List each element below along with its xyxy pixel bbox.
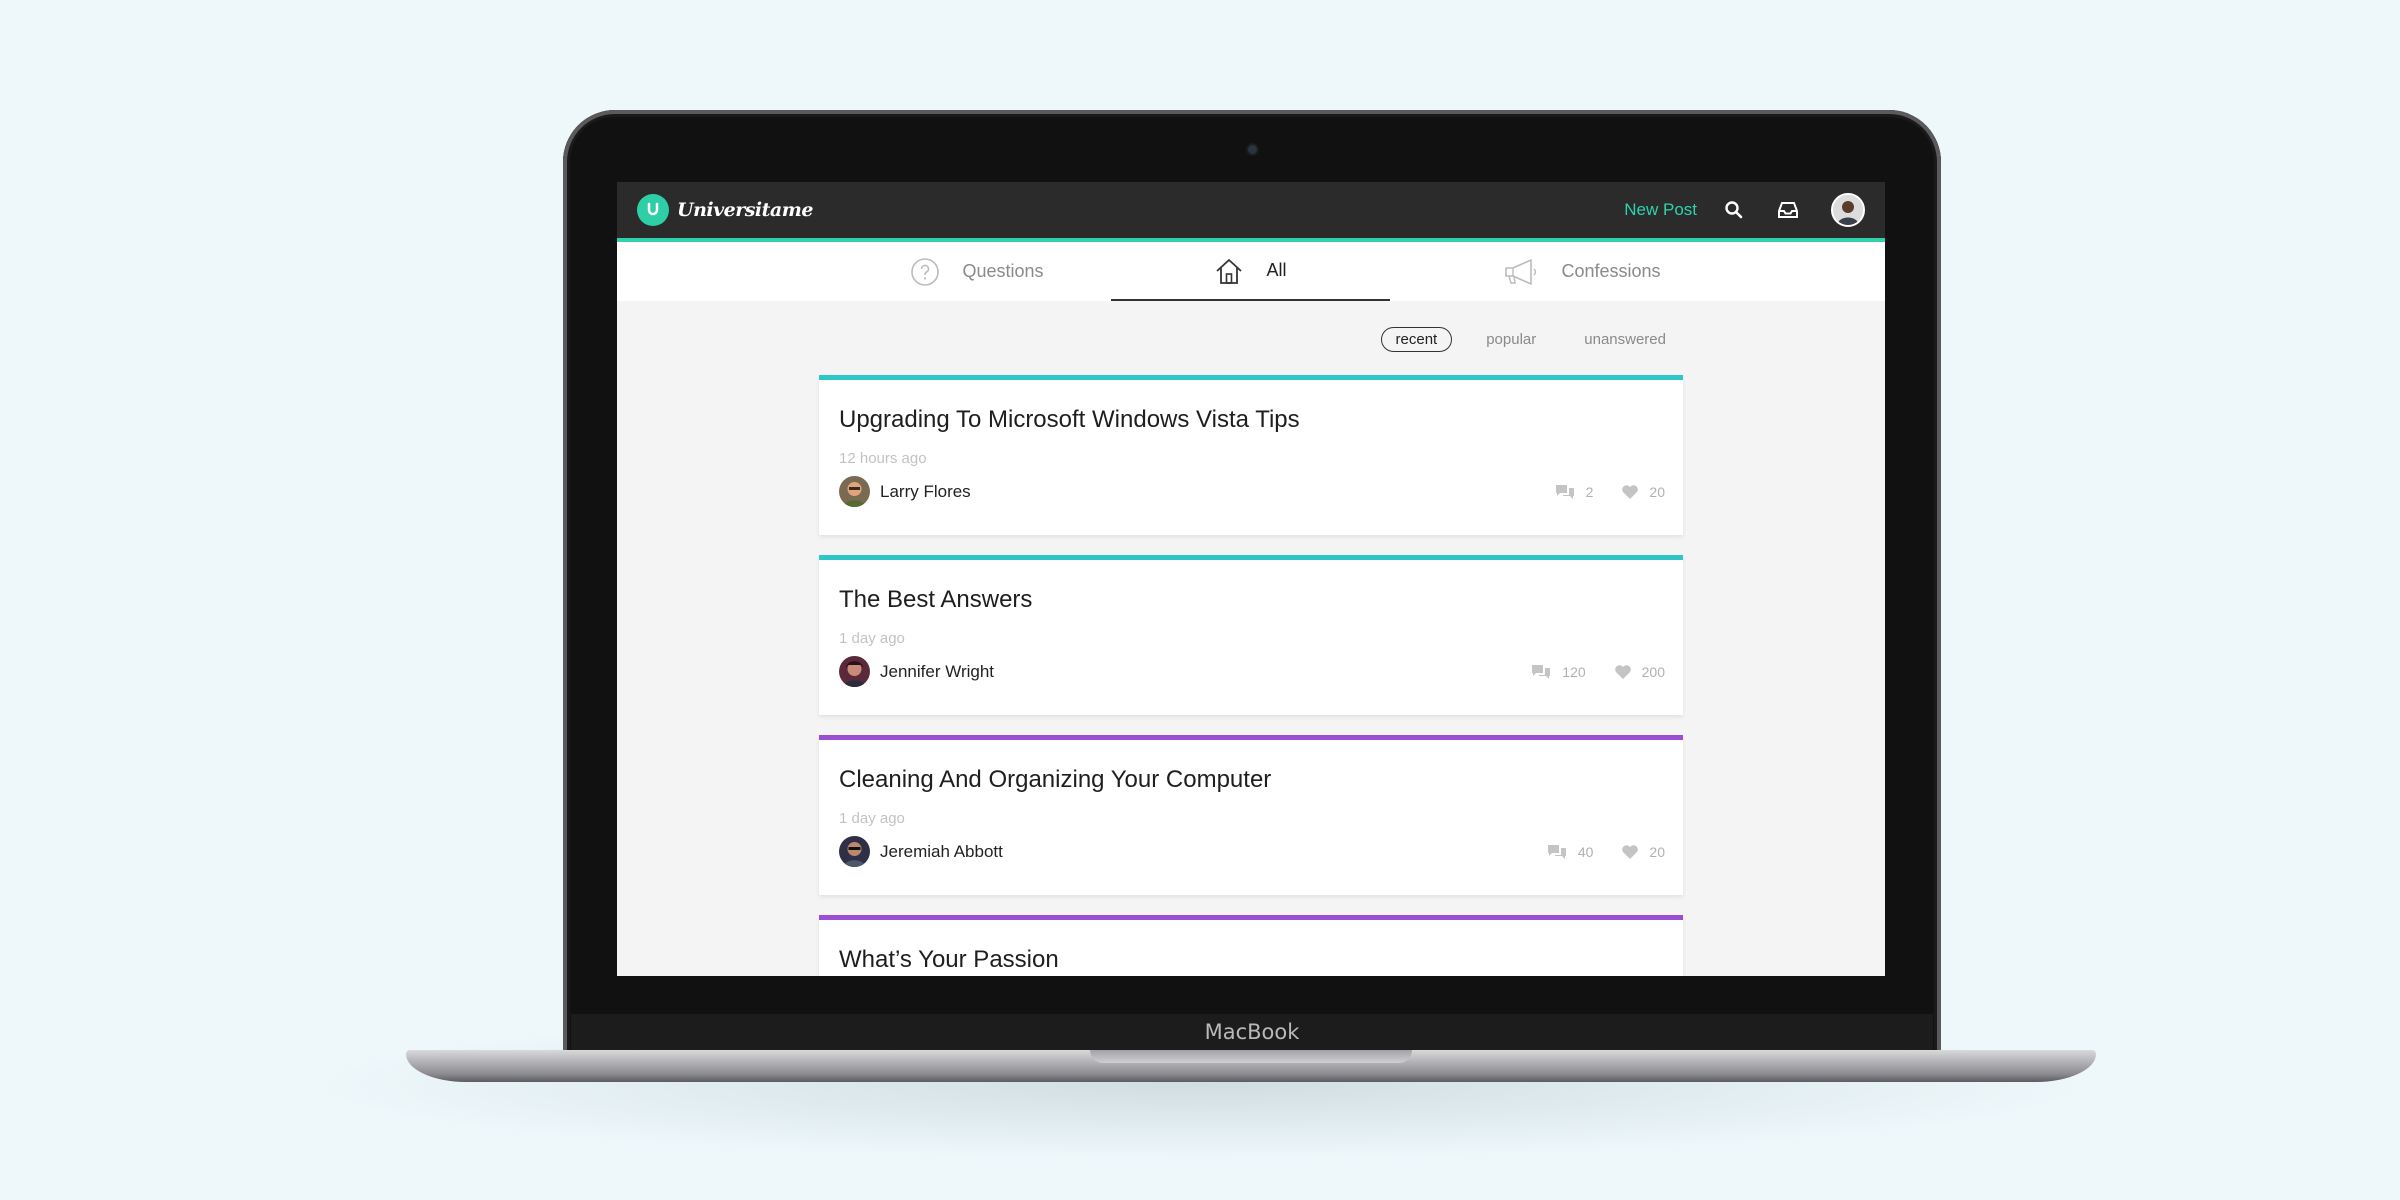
comments-icon (1532, 665, 1551, 679)
post-card[interactable]: What’s Your Passion (819, 915, 1683, 976)
post-time: 12 hours ago (839, 450, 927, 467)
post-title[interactable]: Cleaning And Organizing Your Computer (839, 766, 1271, 794)
heart-icon (1622, 845, 1639, 859)
comments-count: 120 (1562, 664, 1586, 680)
post-stats: 2 20 (1526, 483, 1665, 501)
post-feed: Upgrading To Microsoft Windows Vista Tip… (819, 375, 1683, 976)
tab-questions[interactable]: Questions (887, 242, 1067, 301)
author-name[interactable]: Jeremiah Abbott (880, 842, 1003, 862)
likes-stat[interactable]: 200 (1614, 664, 1665, 680)
author-avatar[interactable] (839, 836, 870, 867)
heart-icon (1622, 485, 1639, 499)
logo-icon[interactable] (637, 194, 669, 226)
comments-icon (1547, 845, 1566, 859)
inbox-icon[interactable] (1777, 199, 1799, 221)
megaphone-icon (1503, 257, 1539, 287)
comments-stat[interactable]: 120 (1530, 663, 1586, 681)
post-card[interactable]: Upgrading To Microsoft Windows Vista Tip… (819, 375, 1683, 535)
post-stats: 40 20 (1518, 843, 1665, 861)
app-screen: Universitame New Post Questions All Conf… (617, 182, 1885, 976)
post-title[interactable]: The Best Answers (839, 586, 1032, 614)
comments-stat[interactable]: 40 (1546, 843, 1594, 861)
filter-unanswered[interactable]: unanswered (1570, 328, 1680, 351)
likes-stat[interactable]: 20 (1621, 844, 1665, 860)
post-title[interactable]: Upgrading To Microsoft Windows Vista Tip… (839, 406, 1300, 434)
post-card[interactable]: Cleaning And Organizing Your Computer 1 … (819, 735, 1683, 895)
tab-label: Confessions (1561, 261, 1661, 281)
author-avatar[interactable] (839, 476, 870, 507)
tab-label: All (1266, 260, 1287, 280)
laptop-notch (1090, 1050, 1412, 1063)
likes-stat[interactable]: 20 (1621, 484, 1665, 500)
post-title[interactable]: What’s Your Passion (839, 946, 1059, 974)
likes-count: 200 (1641, 664, 1665, 680)
author-avatar[interactable] (839, 656, 870, 687)
sort-filters: recent popular unanswered (1380, 327, 1680, 352)
tab-label: Questions (962, 261, 1044, 281)
post-time: 1 day ago (839, 630, 905, 647)
post-author[interactable]: Larry Flores (839, 476, 971, 507)
search-icon[interactable] (1723, 199, 1745, 221)
heart-icon (1614, 665, 1631, 679)
comments-icon (1555, 485, 1574, 499)
webcam (1248, 145, 1257, 154)
comments-count: 40 (1577, 844, 1594, 860)
author-name[interactable]: Larry Flores (880, 482, 971, 502)
post-time: 1 day ago (839, 810, 905, 827)
post-stats: 120 200 (1502, 663, 1665, 681)
top-navbar: Universitame New Post (617, 182, 1885, 242)
post-author[interactable]: Jennifer Wright (839, 656, 994, 687)
comments-count: 2 (1585, 484, 1594, 500)
tab-confessions[interactable]: Confessions (1457, 242, 1707, 301)
new-post-button[interactable]: New Post (1624, 200, 1697, 220)
filter-recent[interactable]: recent (1380, 327, 1453, 352)
author-name[interactable]: Jennifer Wright (880, 662, 994, 682)
post-card[interactable]: The Best Answers 1 day ago Jennifer Wrig… (819, 555, 1683, 715)
comments-stat[interactable]: 2 (1554, 483, 1594, 501)
tab-all[interactable]: All (1111, 242, 1390, 301)
filter-popular[interactable]: popular (1472, 328, 1550, 351)
user-avatar[interactable] (1831, 193, 1865, 227)
home-icon (1214, 256, 1244, 286)
likes-count: 20 (1649, 844, 1665, 860)
category-tabs: Questions All Confessions (617, 242, 1885, 301)
post-author[interactable]: Jeremiah Abbott (839, 836, 1003, 867)
question-icon (910, 257, 940, 287)
app-name[interactable]: Universitame (677, 199, 813, 221)
likes-count: 20 (1649, 484, 1665, 500)
